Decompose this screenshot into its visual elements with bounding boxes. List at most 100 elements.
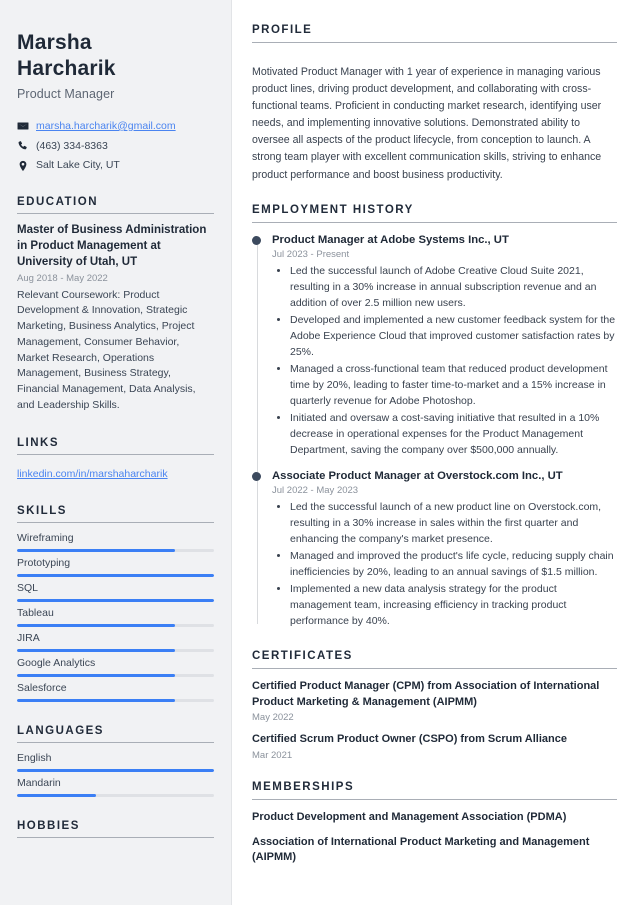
bar-fill [17, 698, 175, 702]
location-pin-icon [17, 160, 29, 172]
main-column: PROFILE Motivated Product Manager with 1… [232, 0, 640, 905]
bar-label: Tableau [17, 606, 54, 619]
bar-label: SQL [17, 581, 39, 594]
section-heading-hobbies: HOBBIES [17, 820, 214, 838]
education-item: Master of Business Administration in Pro… [17, 223, 214, 414]
section-hobbies: HOBBIES [17, 820, 214, 838]
employment-bullet: Developed and implemented a new customer… [290, 313, 617, 361]
certificate-date: Mar 2021 [252, 749, 293, 761]
bar-track [17, 598, 214, 602]
certificate-title: Certified Product Manager (CPM) from Ass… [252, 680, 600, 708]
education-title: Master of Business Administration in Pro… [17, 223, 207, 268]
certificate-title: Certified Scrum Product Owner (CSPO) fro… [252, 733, 567, 746]
languages-list: English Mandarin [17, 743, 214, 797]
bar-track [17, 573, 214, 577]
bar-item: Mandarin [17, 777, 214, 797]
bar-label: English [17, 751, 52, 764]
certificates-list: Certified Product Manager (CPM) from Ass… [252, 669, 617, 761]
envelope-icon [17, 120, 29, 132]
bar-track [17, 793, 214, 797]
section-heading-skills: SKILLS [17, 505, 214, 523]
section-heading-employment: EMPLOYMENT HISTORY [252, 204, 617, 223]
education-list: Master of Business Administration in Pro… [17, 214, 214, 414]
bar-fill [17, 793, 96, 797]
bar-track [17, 673, 214, 677]
bar-item: JIRA [17, 632, 214, 652]
bar-fill [17, 673, 175, 677]
bar-fill [17, 768, 214, 772]
employment-timeline: Product Manager at Adobe Systems Inc., U… [252, 233, 617, 630]
link-linkedin[interactable]: linkedin.com/in/marshaharcharik [17, 468, 168, 480]
section-heading-certificates: CERTIFICATES [252, 650, 617, 670]
certificate-item: Certified Product Manager (CPM) from Ass… [252, 679, 617, 723]
education-date: Aug 2018 - May 2022 [17, 272, 108, 284]
employment-bullet: Implemented a new data analysis strategy… [290, 582, 617, 630]
employment-bullet: Led the successful launch of Adobe Creat… [290, 264, 617, 312]
contact-phone: (463) 334-8363 [17, 139, 214, 154]
contact-email[interactable]: marsha.harcharik@gmail.com [17, 119, 214, 134]
bar-track [17, 648, 214, 652]
contact-location-text: Salt Lake City, UT [36, 159, 120, 172]
page-title: Marsha Harcharik [17, 30, 214, 83]
section-education: EDUCATION Master of Business Administrat… [17, 196, 214, 414]
sidebar: Marsha Harcharik Product Manager marsha.… [0, 0, 232, 905]
education-description: Relevant Coursework: Product Development… [17, 288, 196, 411]
bar-item: SQL [17, 582, 214, 602]
membership-item: Association of International Product Mar… [252, 835, 590, 864]
bar-item: Wireframing [17, 532, 214, 552]
profile-body: Motivated Product Manager with 1 year of… [252, 43, 617, 184]
bar-fill [17, 623, 175, 627]
contact-phone-text: (463) 334-8363 [36, 139, 108, 152]
timeline-dot-icon [252, 235, 261, 245]
section-profile: PROFILE Motivated Product Manager with 1… [252, 24, 617, 184]
bar-track [17, 548, 214, 552]
section-links: LINKS linkedin.com/in/marshaharcharik [17, 437, 214, 482]
bar-fill [17, 573, 214, 577]
bar-fill [17, 548, 175, 552]
employment-bullet: Initiated and oversaw a cost-saving init… [290, 411, 617, 459]
bar-item: Google Analytics [17, 657, 214, 677]
bar-label: JIRA [17, 631, 40, 644]
employment-date: Jul 2022 - May 2023 [272, 485, 359, 497]
bar-item: Tableau [17, 607, 214, 627]
membership-item: Product Development and Management Assoc… [252, 810, 567, 823]
contact-list: marsha.harcharik@gmail.com (463) 334-836… [17, 119, 214, 173]
bar-item: Salesforce [17, 682, 214, 702]
section-memberships: MEMBERSHIPS Product Development and Mana… [252, 781, 617, 866]
bar-fill [17, 648, 175, 652]
employment-date: Jul 2023 - Present [272, 249, 350, 261]
employment-bullet: Managed and improved the product's life … [290, 549, 617, 581]
memberships-list: Product Development and Management Assoc… [252, 800, 617, 866]
bar-fill [17, 598, 214, 602]
employment-body: Product Manager at Adobe Systems Inc., U… [252, 223, 617, 630]
bar-label: Prototyping [17, 556, 71, 569]
skills-list: Wireframing Prototyping SQL Tableau JIRA Goog… [17, 523, 214, 702]
first-name: Marsha [17, 31, 92, 54]
employment-title: Product Manager at Adobe Systems Inc., U… [272, 233, 509, 246]
certificate-date: May 2022 [252, 712, 294, 724]
section-skills: SKILLS Wireframing Prototyping SQL Tableau J… [17, 505, 214, 702]
resume-page: Marsha Harcharik Product Manager marsha.… [0, 0, 640, 905]
section-heading-memberships: MEMBERSHIPS [252, 781, 617, 800]
section-certificates: CERTIFICATES Certified Product Manager (… [252, 650, 617, 761]
last-name: Harcharik [17, 57, 116, 81]
contact-email-text[interactable]: marsha.harcharik@gmail.com [36, 119, 176, 134]
employment-bullet-list: Led the successful launch of a new produ… [272, 500, 617, 630]
bar-track [17, 768, 214, 772]
section-heading-languages: LANGUAGES [17, 725, 214, 743]
section-heading-links: LINKS [17, 437, 214, 455]
job-title: Product Manager [17, 86, 115, 101]
bar-label: Mandarin [17, 776, 61, 789]
links-list: linkedin.com/in/marshaharcharik [17, 455, 214, 482]
employment-item: Product Manager at Adobe Systems Inc., U… [252, 233, 617, 459]
bar-track [17, 698, 214, 702]
phone-icon [17, 140, 29, 152]
employment-item: Associate Product Manager at Overstock.c… [252, 469, 617, 630]
bar-label: Salesforce [17, 681, 67, 694]
employment-bullet: Led the successful launch of a new produ… [290, 500, 617, 548]
employment-title: Associate Product Manager at Overstock.c… [272, 469, 563, 482]
contact-location: Salt Lake City, UT [17, 158, 214, 173]
section-employment-history: EMPLOYMENT HISTORY Product Manager at Ad… [252, 204, 617, 630]
timeline-dot-icon [252, 471, 261, 481]
section-languages: LANGUAGES English Mandarin [17, 725, 214, 797]
